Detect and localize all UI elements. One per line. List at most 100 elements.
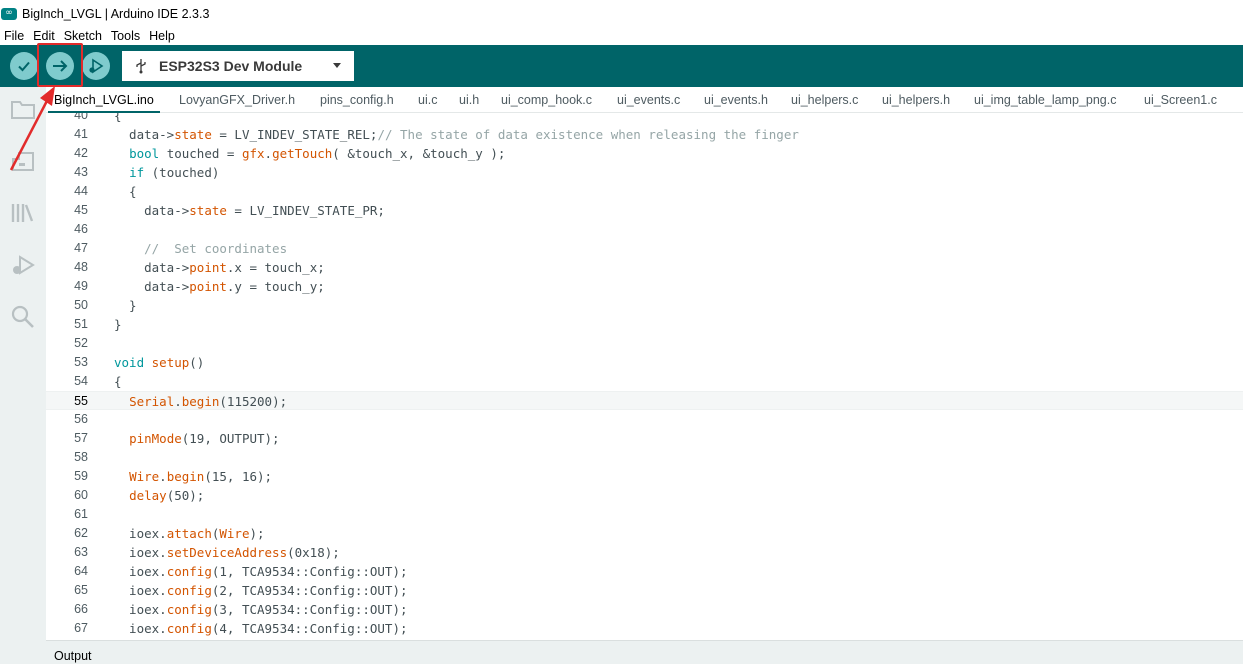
code-line[interactable]: 58 — [46, 448, 1243, 467]
code-editor[interactable]: 40 {41 data->state = LV_INDEV_STATE_REL;/… — [46, 113, 1243, 640]
code-text[interactable]: ioex.attach(Wire); — [114, 524, 265, 543]
search-icon[interactable] — [9, 303, 36, 330]
output-label[interactable]: Output — [54, 649, 92, 663]
code-text[interactable]: // Set coordinates — [114, 239, 287, 258]
code-text[interactable]: ioex.config(2, TCA9534::Config::OUT); — [114, 581, 407, 600]
code-text[interactable]: Serial.begin(115200); — [114, 392, 287, 411]
code-line[interactable]: 66 ioex.config(3, TCA9534::Config::OUT); — [46, 600, 1243, 619]
code-text[interactable]: void setup() — [114, 353, 204, 372]
code-line[interactable]: 41 data->state = LV_INDEV_STATE_REL;// T… — [46, 125, 1243, 144]
code-line[interactable]: 45 data->state = LV_INDEV_STATE_PR; — [46, 201, 1243, 220]
code-line[interactable]: 52 — [46, 334, 1243, 353]
tab-ui-comp-hook-c[interactable]: ui_comp_hook.c — [501, 87, 592, 113]
code-line[interactable]: 55 Serial.begin(115200); — [46, 391, 1243, 410]
menu-edit[interactable]: Edit — [33, 29, 55, 43]
tab-biginch-lvgl-ino[interactable]: BigInch_LVGL.ino — [48, 87, 160, 113]
line-number: 44 — [74, 184, 88, 198]
menu-file[interactable]: File — [4, 29, 24, 43]
menu-tools[interactable]: Tools — [111, 29, 140, 43]
board-selector[interactable]: ESP32S3 Dev Module — [122, 51, 354, 81]
menu-sketch[interactable]: Sketch — [64, 29, 102, 43]
code-line[interactable]: 44 { — [46, 182, 1243, 201]
check-icon — [18, 61, 30, 72]
tab-pins-config-h[interactable]: pins_config.h — [320, 87, 394, 113]
menu-bar: File Edit Sketch Tools Help — [0, 27, 1243, 45]
line-number: 41 — [74, 127, 88, 141]
line-number: 48 — [74, 260, 88, 274]
code-text[interactable]: delay(50); — [114, 486, 204, 505]
debug-icon[interactable] — [9, 251, 36, 278]
code-line[interactable]: 47 // Set coordinates — [46, 239, 1243, 258]
code-text[interactable]: } — [114, 315, 122, 334]
code-text[interactable]: data->point.y = touch_y; — [114, 277, 325, 296]
code-text[interactable]: bool touched = gfx.getTouch( &touch_x, &… — [114, 144, 505, 163]
code-text[interactable]: data->point.x = touch_x; — [114, 258, 325, 277]
editor-tabs: BigInch_LVGL.ino LovyanGFX_Driver.h pins… — [46, 87, 1243, 113]
tab-ui-img-table-lamp-png-c[interactable]: ui_img_table_lamp_png.c — [974, 87, 1116, 113]
code-line[interactable]: 56 — [46, 410, 1243, 429]
code-line[interactable]: 65 ioex.config(2, TCA9534::Config::OUT); — [46, 581, 1243, 600]
tab-ui-events-c[interactable]: ui_events.c — [617, 87, 680, 113]
code-line[interactable]: 50 } — [46, 296, 1243, 315]
debug-button[interactable] — [82, 52, 110, 80]
line-number: 42 — [74, 146, 88, 160]
line-number: 51 — [74, 317, 88, 331]
code-line[interactable]: 40 { — [46, 113, 1243, 125]
code-line[interactable]: 42 bool touched = gfx.getTouch( &touch_x… — [46, 144, 1243, 163]
boards-manager-icon[interactable] — [9, 147, 36, 174]
line-number: 49 — [74, 279, 88, 293]
code-line[interactable]: 51} — [46, 315, 1243, 334]
folder-icon[interactable] — [9, 95, 36, 122]
code-text[interactable]: data->state = LV_INDEV_STATE_PR; — [114, 201, 385, 220]
code-text[interactable]: ioex.config(3, TCA9534::Config::OUT); — [114, 600, 407, 619]
code-text[interactable]: } — [114, 296, 137, 315]
line-number: 50 — [74, 298, 88, 312]
code-line[interactable]: 54 { — [46, 372, 1243, 391]
code-line[interactable]: 67 ioex.config(4, TCA9534::Config::OUT); — [46, 619, 1243, 638]
line-number: 62 — [74, 526, 88, 540]
menu-help[interactable]: Help — [149, 29, 175, 43]
code-line[interactable]: 49 data->point.y = touch_y; — [46, 277, 1243, 296]
code-text[interactable]: { — [114, 372, 122, 391]
code-line[interactable]: 62 ioex.attach(Wire); — [46, 524, 1243, 543]
tab-ui-helpers-h[interactable]: ui_helpers.h — [882, 87, 950, 113]
code-text[interactable]: ioex.config(4, TCA9534::Config::OUT); — [114, 619, 407, 638]
tab-ui-c[interactable]: ui.c — [418, 87, 437, 113]
code-line[interactable]: 61 — [46, 505, 1243, 524]
tab-ui-h[interactable]: ui.h — [459, 87, 479, 113]
line-number: 65 — [74, 583, 88, 597]
library-icon[interactable] — [9, 199, 36, 226]
code-text[interactable]: pinMode(19, OUTPUT); — [114, 429, 280, 448]
code-text[interactable]: Wire.begin(15, 16); — [114, 467, 272, 486]
code-line[interactable]: 43 if (touched) — [46, 163, 1243, 182]
tab-ui-screen1-c[interactable]: ui_Screen1.c — [1144, 87, 1217, 113]
code-text[interactable]: ioex.setDeviceAddress(0x18); — [114, 543, 340, 562]
arduino-logo-icon: ∞ — [1, 7, 17, 20]
code-line[interactable]: 59 Wire.begin(15, 16); — [46, 467, 1243, 486]
debug-play-icon — [89, 58, 104, 74]
code-line[interactable]: 53 void setup() — [46, 353, 1243, 372]
tab-ui-helpers-c[interactable]: ui_helpers.c — [791, 87, 858, 113]
line-number: 54 — [74, 374, 88, 388]
code-line[interactable]: 64 ioex.config(1, TCA9534::Config::OUT); — [46, 562, 1243, 581]
code-line[interactable]: 63 ioex.setDeviceAddress(0x18); — [46, 543, 1243, 562]
code-line[interactable]: 57 pinMode(19, OUTPUT); — [46, 429, 1243, 448]
code-text[interactable]: { — [114, 182, 137, 201]
tab-ui-events-h[interactable]: ui_events.h — [704, 87, 768, 113]
line-number: 45 — [74, 203, 88, 217]
verify-button[interactable] — [10, 52, 38, 80]
chevron-down-icon — [333, 63, 341, 68]
code-line[interactable]: 48 data->point.x = touch_x; — [46, 258, 1243, 277]
code-text[interactable]: data->state = LV_INDEV_STATE_REL;// The … — [114, 125, 799, 144]
code-line[interactable]: 46 — [46, 220, 1243, 239]
code-text[interactable]: if (touched) — [114, 163, 219, 182]
line-number: 40 — [74, 113, 88, 122]
line-number: 56 — [74, 412, 88, 426]
line-number: 53 — [74, 355, 88, 369]
code-text[interactable]: { — [114, 113, 122, 125]
tab-lovyangfx-driver-h[interactable]: LovyanGFX_Driver.h — [179, 87, 295, 113]
code-text[interactable]: ioex.config(1, TCA9534::Config::OUT); — [114, 562, 407, 581]
line-number: 58 — [74, 450, 88, 464]
activity-sidebar — [0, 87, 46, 664]
code-line[interactable]: 60 delay(50); — [46, 486, 1243, 505]
